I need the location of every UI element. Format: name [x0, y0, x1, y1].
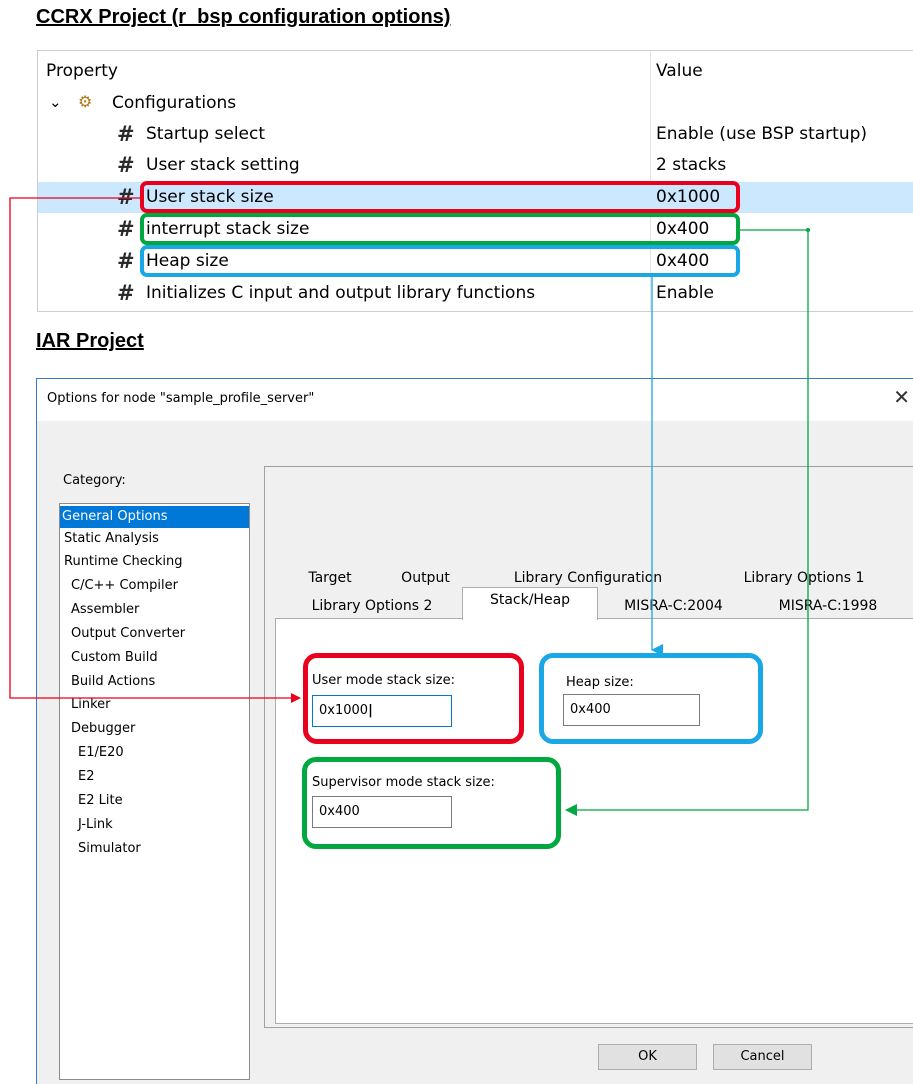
hash-icon: # — [117, 249, 135, 273]
category-e2-lite[interactable]: E2 Lite — [60, 790, 265, 812]
category-debugger[interactable]: Debugger — [60, 718, 258, 740]
category-custom-build[interactable]: Custom Build — [60, 647, 258, 669]
ok-button[interactable]: OK — [598, 1044, 697, 1070]
category-e1-e20[interactable]: E1/E20 — [60, 742, 265, 764]
property-column-header[interactable]: Property — [46, 61, 118, 81]
category-static-analysis[interactable]: Static Analysis — [60, 528, 251, 550]
blue-highlight-box — [140, 245, 740, 277]
tab-library-options-1[interactable]: Library Options 1 — [703, 566, 905, 590]
property-row-startup-select[interactable]: # Startup select Enable (use BSP startup… — [38, 119, 913, 150]
tab-stack-heap[interactable]: Stack/Heap — [462, 587, 598, 620]
green-highlight-box — [140, 213, 740, 245]
tab-target[interactable]: Target — [282, 566, 378, 590]
category-output-converter[interactable]: Output Converter — [60, 623, 258, 645]
category-runtime-checking[interactable]: Runtime Checking — [60, 551, 251, 573]
configurations-label: Configurations — [112, 93, 237, 113]
dialog-titlebar: Options for node "sample_profile_server"… — [37, 379, 913, 421]
tab-output[interactable]: Output — [378, 566, 473, 590]
close-icon[interactable]: ✕ — [893, 385, 910, 409]
red-highlight-box — [140, 181, 740, 213]
property-name: User stack setting — [146, 155, 300, 175]
gear-icon: ⚙ — [78, 92, 93, 111]
category-list[interactable]: General Options Static Analysis Runtime … — [59, 503, 250, 1080]
tab-misra-c-1998[interactable]: MISRA-C:1998 — [751, 594, 905, 618]
configurations-group-row[interactable]: ⌄ ⚙ Configurations — [38, 88, 913, 119]
category-simulator[interactable]: Simulator — [60, 838, 265, 860]
category-linker[interactable]: Linker — [60, 694, 258, 716]
dialog-title: Options for node "sample_profile_server" — [47, 391, 315, 406]
hash-icon: # — [117, 122, 135, 146]
category-e2[interactable]: E2 — [60, 766, 265, 788]
property-value[interactable]: Enable (use BSP startup) — [656, 124, 867, 144]
property-row-initializes-c-io[interactable]: # Initializes C input and output library… — [38, 278, 913, 309]
category-panel: Target Output Library Configuration Libr… — [264, 466, 913, 1028]
category-label: Category: — [63, 473, 126, 488]
tab-library-options-2[interactable]: Library Options 2 — [282, 594, 462, 618]
hash-icon: # — [117, 185, 135, 209]
green-highlight-box-iar — [302, 757, 561, 849]
category-j-link[interactable]: J-Link — [60, 814, 265, 836]
cancel-button[interactable]: Cancel — [713, 1044, 812, 1070]
value-column-header[interactable]: Value — [656, 61, 703, 81]
chevron-down-icon[interactable]: ⌄ — [49, 93, 62, 111]
ccrx-heading: CCRX Project (r_bsp configuration option… — [36, 6, 451, 28]
property-value[interactable]: 2 stacks — [656, 155, 726, 175]
category-build-actions[interactable]: Build Actions — [60, 671, 258, 693]
property-name: Initializes C input and output library f… — [146, 283, 536, 303]
hash-icon: # — [117, 153, 135, 177]
hash-icon: # — [117, 217, 135, 241]
category-assembler[interactable]: Assembler — [60, 599, 258, 621]
property-value[interactable]: Enable — [656, 283, 714, 303]
tab-misra-c-2004[interactable]: MISRA-C:2004 — [596, 594, 751, 618]
blue-highlight-box-iar — [539, 653, 763, 744]
category-general-options[interactable]: General Options — [60, 506, 249, 528]
property-name: Startup select — [146, 124, 266, 144]
iar-heading: IAR Project — [36, 330, 144, 352]
table-header: Property Value — [38, 57, 913, 88]
property-row-user-stack-setting[interactable]: # User stack setting 2 stacks — [38, 150, 913, 181]
red-highlight-box-iar — [303, 653, 524, 744]
category-c-cpp-compiler[interactable]: C/C++ Compiler — [60, 575, 258, 597]
hash-icon: # — [117, 281, 135, 305]
